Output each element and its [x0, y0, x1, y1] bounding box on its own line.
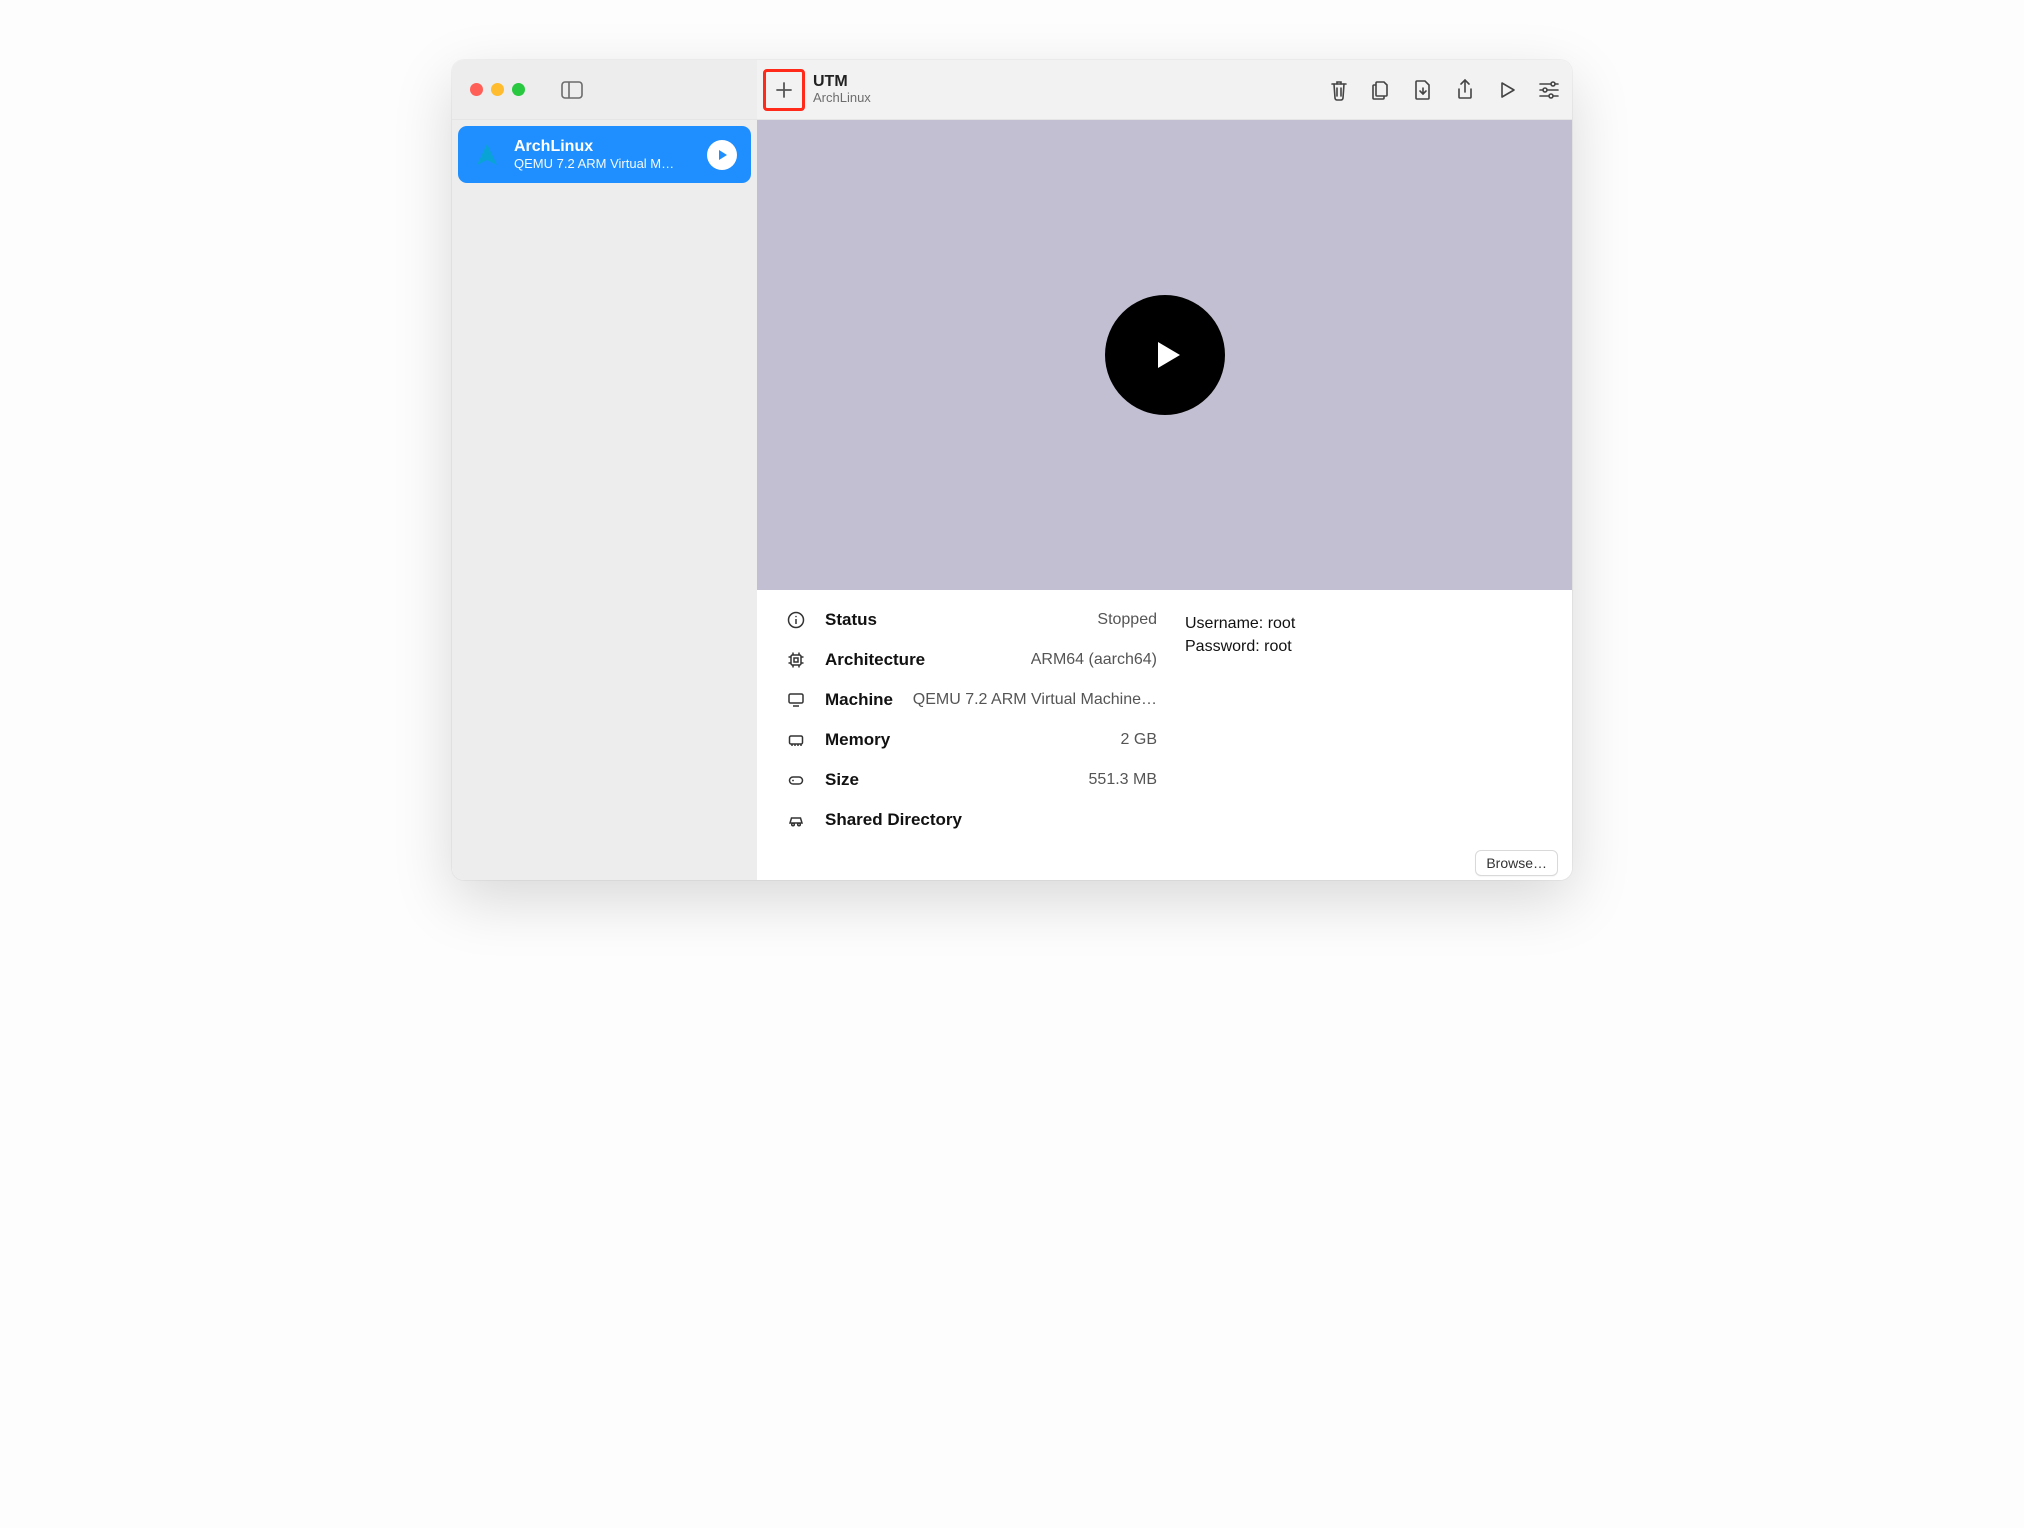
traffic-lights [470, 83, 525, 96]
sidebar-item-subtitle: QEMU 7.2 ARM Virtual M… [514, 156, 695, 171]
settings-button[interactable] [1538, 79, 1560, 101]
titlebar: UTM ArchLinux [452, 60, 1572, 120]
detail-label: Size [825, 770, 859, 790]
disk-icon [787, 771, 807, 789]
detail-row-size: Size 551.3 MB [787, 770, 1157, 790]
file-download-icon [1413, 79, 1433, 101]
vm-notes: Username: root Password: root [1185, 610, 1295, 880]
sliders-icon [1538, 80, 1560, 100]
main-panel: Status Stopped Architecture ARM64 (aarch… [757, 120, 1572, 880]
detail-label: Shared Directory [825, 810, 962, 830]
info-icon [787, 611, 807, 629]
toolbar-right [1328, 79, 1560, 101]
detail-row-status: Status Stopped [787, 610, 1157, 630]
sidebar-item-text: ArchLinux QEMU 7.2 ARM Virtual M… [514, 138, 695, 171]
detail-value: ARM64 (aarch64) [1031, 651, 1157, 669]
sidebar-item-archlinux[interactable]: ArchLinux QEMU 7.2 ARM Virtual M… [458, 126, 751, 183]
detail-row-memory: Memory 2 GB [787, 730, 1157, 750]
notes-username: Username: root [1185, 612, 1295, 635]
app-window: UTM ArchLinux [452, 60, 1572, 880]
trash-icon [1329, 79, 1349, 101]
body: ArchLinux QEMU 7.2 ARM Virtual M… [452, 120, 1572, 880]
detail-value: 2 GB [1121, 731, 1157, 749]
delete-button[interactable] [1328, 79, 1350, 101]
app-title: UTM [813, 73, 871, 91]
play-icon [715, 148, 729, 162]
title-stack: UTM ArchLinux [813, 73, 871, 106]
browse-button[interactable]: Browse… [1475, 850, 1558, 876]
preview-play-button[interactable] [1105, 295, 1225, 415]
vm-preview [757, 120, 1572, 590]
plus-icon [774, 80, 794, 100]
detail-label: Status [825, 610, 877, 630]
fullscreen-window-button[interactable] [512, 83, 525, 96]
import-button[interactable] [1412, 79, 1434, 101]
play-outline-icon [1497, 80, 1517, 100]
arch-logo-icon [472, 140, 502, 170]
sidebar-toggle-button[interactable] [561, 81, 583, 99]
memory-icon [787, 731, 807, 749]
display-icon [787, 691, 807, 709]
titlebar-main: UTM ArchLinux [757, 60, 1572, 119]
run-button[interactable] [1496, 79, 1518, 101]
play-icon [1140, 330, 1190, 380]
app-subtitle: ArchLinux [813, 91, 871, 106]
titlebar-left [452, 60, 757, 119]
detail-label: Machine [825, 690, 893, 710]
close-window-button[interactable] [470, 83, 483, 96]
vm-details: Status Stopped Architecture ARM64 (aarch… [757, 590, 1572, 880]
share-button[interactable] [1454, 79, 1476, 101]
detail-row-shared-directory: Shared Directory [787, 810, 1157, 830]
details-list: Status Stopped Architecture ARM64 (aarch… [787, 610, 1157, 880]
cpu-icon [787, 651, 807, 669]
detail-value: 551.3 MB [1089, 771, 1157, 789]
detail-label: Memory [825, 730, 890, 750]
sidebar-item-name: ArchLinux [514, 138, 695, 156]
share-icon [1455, 78, 1475, 102]
detail-value: Stopped [1097, 611, 1157, 629]
sidebar: ArchLinux QEMU 7.2 ARM Virtual M… [452, 120, 757, 880]
duplicate-icon [1370, 79, 1392, 101]
sidebar-item-play-button[interactable] [707, 140, 737, 170]
detail-row-architecture: Architecture ARM64 (aarch64) [787, 650, 1157, 670]
notes-password: Password: root [1185, 635, 1295, 658]
minimize-window-button[interactable] [491, 83, 504, 96]
add-vm-button[interactable] [763, 69, 805, 111]
detail-label: Architecture [825, 650, 925, 670]
detail-row-machine: Machine QEMU 7.2 ARM Virtual Machine… [787, 690, 1157, 710]
car-icon [787, 811, 807, 829]
clone-button[interactable] [1370, 79, 1392, 101]
detail-value: QEMU 7.2 ARM Virtual Machine… [913, 691, 1157, 709]
